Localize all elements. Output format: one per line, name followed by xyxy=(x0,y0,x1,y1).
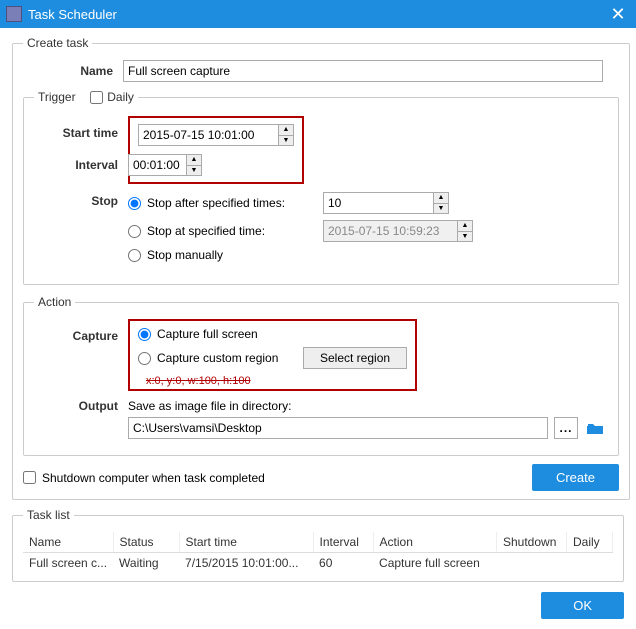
output-label: Output xyxy=(34,399,128,413)
daily-checkbox[interactable] xyxy=(90,91,103,104)
interval-spinner[interactable]: ▲▼ xyxy=(128,154,202,176)
time-highlight-box: ▲▼ Interval ▲▼ xyxy=(128,116,304,184)
stop-at-time-input[interactable] xyxy=(323,220,457,242)
capture-label: Capture xyxy=(34,319,128,343)
col-shutdown[interactable]: Shutdown xyxy=(497,532,567,553)
spin-down-icon[interactable]: ▼ xyxy=(187,165,201,175)
open-folder-icon[interactable] xyxy=(584,417,608,439)
spin-up-icon[interactable]: ▲ xyxy=(279,125,293,135)
col-daily[interactable]: Daily xyxy=(567,532,613,553)
action-legend: Action xyxy=(34,295,75,309)
stop-times-spinner[interactable]: ▲▼ xyxy=(323,192,449,214)
stop-label: Stop xyxy=(34,192,128,208)
task-list-legend: Task list xyxy=(23,508,74,522)
col-interval[interactable]: Interval xyxy=(313,532,373,553)
spin-up-icon[interactable]: ▲ xyxy=(458,221,472,231)
capture-highlight-box: Capture full screen Capture custom regio… xyxy=(128,319,417,391)
interval-input[interactable] xyxy=(128,154,186,176)
name-input[interactable] xyxy=(123,60,603,82)
stop-after-times-label: Stop after specified times: xyxy=(147,196,297,210)
col-start-time[interactable]: Start time xyxy=(179,532,313,553)
select-region-button[interactable]: Select region xyxy=(303,347,407,369)
stop-after-times-radio[interactable] xyxy=(128,197,141,210)
start-time-spinner[interactable]: ▲▼ xyxy=(138,124,294,146)
stop-manually-label: Stop manually xyxy=(147,248,223,262)
stop-at-time-spinner[interactable]: ▲▼ xyxy=(323,220,473,242)
browse-button[interactable]: ... xyxy=(554,417,578,439)
shutdown-checkbox[interactable] xyxy=(23,471,36,484)
task-list-group: Task list Name Status Start time Interva… xyxy=(12,508,624,582)
shutdown-label: Shutdown computer when task completed xyxy=(42,471,265,485)
spin-up-icon[interactable]: ▲ xyxy=(187,155,201,165)
trigger-group: Trigger Daily Start time ▲▼ xyxy=(23,90,619,285)
shutdown-row[interactable]: Shutdown computer when task completed xyxy=(23,471,265,485)
col-name[interactable]: Name xyxy=(23,532,113,553)
create-task-legend: Create task xyxy=(23,36,92,50)
capture-custom-radio[interactable] xyxy=(138,352,151,365)
table-header-row: Name Status Start time Interval Action S… xyxy=(23,532,613,553)
region-note: x:0, y:0, w:100, h:100 xyxy=(146,375,407,387)
capture-custom-label: Capture custom region xyxy=(157,351,297,365)
task-list-table: Name Status Start time Interval Action S… xyxy=(23,532,613,573)
app-icon xyxy=(6,6,22,22)
capture-full-radio[interactable] xyxy=(138,328,151,341)
create-task-group: Create task Name Trigger Daily Start tim… xyxy=(12,36,630,500)
output-path-input[interactable] xyxy=(128,417,548,439)
spin-down-icon[interactable]: ▼ xyxy=(279,135,293,145)
titlebar-left: Task Scheduler xyxy=(6,6,117,22)
output-desc: Save as image file in directory: xyxy=(128,399,608,413)
spin-down-icon[interactable]: ▼ xyxy=(458,231,472,241)
stop-at-time-radio[interactable] xyxy=(128,225,141,238)
window-title: Task Scheduler xyxy=(28,7,117,22)
start-time-input[interactable] xyxy=(138,124,278,146)
col-action[interactable]: Action xyxy=(373,532,496,553)
daily-label: Daily xyxy=(107,90,134,104)
stop-times-input[interactable] xyxy=(323,192,433,214)
trigger-legend: Trigger Daily xyxy=(34,90,138,104)
ok-button[interactable]: OK xyxy=(541,592,624,619)
stop-manually-radio[interactable] xyxy=(128,249,141,262)
col-status[interactable]: Status xyxy=(113,532,179,553)
action-group: Action Capture Capture full screen Captu… xyxy=(23,295,619,456)
table-row[interactable]: Full screen c... Waiting 7/15/2015 10:01… xyxy=(23,553,613,574)
capture-full-label: Capture full screen xyxy=(157,327,258,341)
start-time-label: Start time xyxy=(34,116,128,140)
create-button[interactable]: Create xyxy=(532,464,619,491)
name-label: Name xyxy=(23,64,123,78)
spin-down-icon[interactable]: ▼ xyxy=(434,203,448,213)
stop-at-time-label: Stop at specified time: xyxy=(147,224,297,238)
titlebar: Task Scheduler ✕ xyxy=(0,0,636,28)
interval-label: Interval xyxy=(34,158,128,172)
close-button[interactable]: ✕ xyxy=(604,0,632,28)
spin-up-icon[interactable]: ▲ xyxy=(434,193,448,203)
